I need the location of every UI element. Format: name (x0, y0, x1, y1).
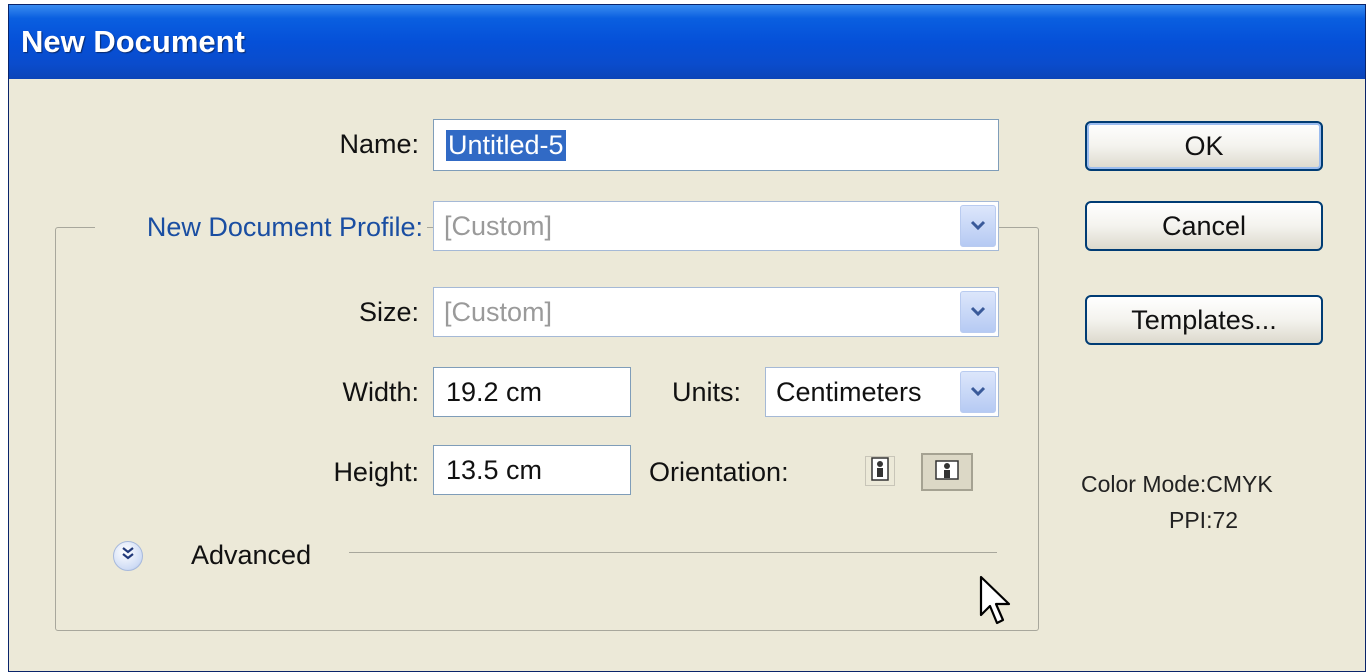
templates-button[interactable]: Templates... (1085, 295, 1323, 345)
height-label: Height: (333, 457, 419, 487)
units-select-value: Centimeters (776, 376, 922, 407)
color-mode-info: Color Mode:CMYK (1081, 471, 1273, 497)
advanced-label[interactable]: Advanced (191, 540, 311, 571)
advanced-expand-button[interactable] (113, 541, 143, 571)
name-label: Name: (339, 129, 419, 159)
height-input[interactable]: 13.5 cm (433, 445, 631, 495)
cancel-button[interactable]: Cancel (1085, 201, 1323, 251)
chevron-down-icon[interactable] (960, 291, 996, 333)
chevron-down-icon[interactable] (960, 205, 996, 247)
double-chevron-down-icon (120, 546, 136, 567)
size-label: Size: (358, 297, 419, 327)
portrait-button[interactable] (865, 456, 895, 486)
advanced-divider (349, 552, 997, 553)
orientation-label: Orientation: (649, 457, 789, 487)
units-select[interactable]: Centimeters (765, 367, 999, 417)
width-label: Width: (342, 377, 419, 407)
width-input[interactable]: 19.2 cm (433, 367, 631, 417)
landscape-button[interactable] (921, 453, 973, 491)
name-input[interactable]: Untitled-5 (433, 119, 999, 171)
profile-select-value: [Custom] (444, 210, 553, 241)
portrait-icon (869, 456, 891, 486)
landscape-icon (934, 458, 960, 487)
dialog-title: New Document (21, 24, 245, 59)
mouse-cursor-icon (979, 575, 1013, 634)
profile-select[interactable]: [Custom] (433, 201, 999, 251)
dialog-title-bar[interactable]: New Document (9, 5, 1365, 79)
size-select[interactable]: [Custom] (433, 287, 999, 337)
chevron-down-icon[interactable] (960, 371, 996, 413)
size-select-value: [Custom] (444, 296, 553, 327)
name-input-value: Untitled-5 (446, 129, 566, 161)
units-label: Units: (671, 377, 741, 407)
ok-button[interactable]: OK (1085, 121, 1323, 171)
width-input-value: 19.2 cm (446, 376, 543, 407)
new-document-dialog: New Document Name: Untitled-5 New Docume… (8, 4, 1366, 672)
profile-label: New Document Profile: (95, 212, 427, 243)
ppi-info: PPI:72 (1169, 507, 1239, 533)
height-input-value: 13.5 cm (446, 454, 543, 485)
